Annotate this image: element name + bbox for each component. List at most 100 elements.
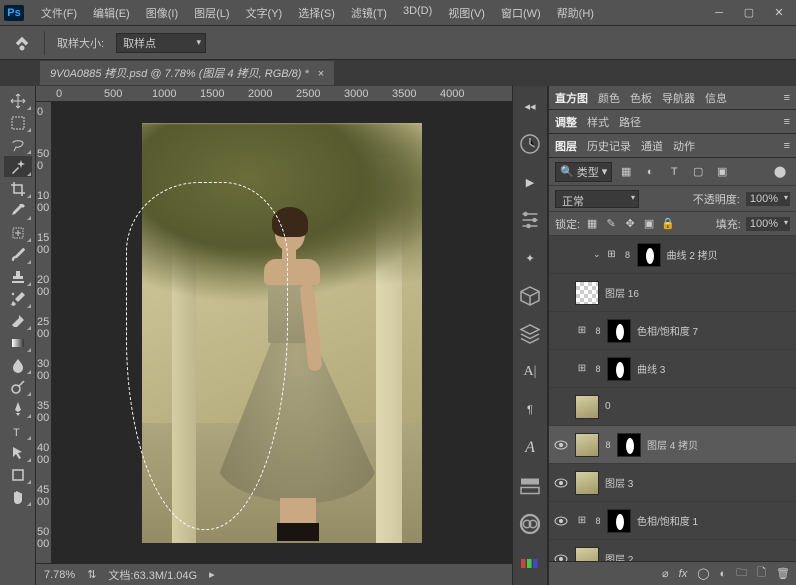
menu-edit[interactable]: 编辑(E) (86, 2, 137, 24)
healing-tool[interactable] (4, 222, 32, 243)
close-button[interactable]: ✕ (766, 4, 792, 22)
menu-help[interactable]: 帮助(H) (550, 2, 601, 24)
layer-thumb[interactable] (575, 547, 599, 562)
menu-3d[interactable]: 3D(D) (396, 2, 439, 24)
layer-mask-thumb[interactable] (617, 433, 641, 457)
filter-smart-icon[interactable]: ▣ (712, 163, 732, 181)
menu-select[interactable]: 选择(S) (291, 2, 342, 24)
filter-pixel-icon[interactable]: ▦ (616, 163, 636, 181)
layer-name[interactable]: 曲线 2 拷贝 (667, 247, 718, 262)
actions-panel-icon[interactable]: ▶ (518, 170, 542, 194)
layer-row[interactable]: 图层 16 (549, 274, 796, 312)
panel-menu-icon[interactable]: ≡ (784, 140, 790, 152)
zoom-level[interactable]: 7.78% (44, 569, 75, 581)
char-panel-icon[interactable]: A| (518, 360, 542, 384)
tab-paths[interactable]: 路径 (619, 114, 641, 130)
opacity-input[interactable]: 100% (746, 192, 790, 206)
tab-color[interactable]: 颜色 (598, 90, 620, 106)
magic-wand-tool[interactable] (4, 156, 32, 177)
layer-mask-thumb[interactable] (607, 509, 631, 533)
visibility-toggle[interactable] (551, 478, 571, 488)
3d-panel-icon[interactable] (518, 284, 542, 308)
current-tool-icon[interactable] (12, 33, 32, 53)
panel-menu-icon[interactable]: ≡ (784, 116, 790, 128)
styles-panel-icon[interactable] (518, 474, 542, 498)
panel-menu-icon[interactable]: ≡ (784, 92, 790, 104)
history-brush-tool[interactable] (4, 288, 32, 309)
menu-window[interactable]: 窗口(W) (494, 2, 548, 24)
tab-actions[interactable]: 动作 (673, 138, 695, 154)
fill-input[interactable]: 100% (746, 217, 790, 231)
filter-shape-icon[interactable]: ▢ (688, 163, 708, 181)
tab-swatch[interactable]: 色板 (630, 90, 652, 106)
path-select-tool[interactable] (4, 442, 32, 463)
document-canvas[interactable] (142, 123, 422, 543)
dodge-tool[interactable] (4, 376, 32, 397)
group-icon[interactable]: 🗀 (736, 564, 747, 583)
layer-name[interactable]: 色相/饱和度 7 (637, 323, 698, 338)
brush-tool[interactable] (4, 244, 32, 265)
visibility-toggle[interactable] (551, 440, 571, 450)
pen-tool[interactable] (4, 398, 32, 419)
layer-row[interactable]: 8图层 4 拷贝 (549, 426, 796, 464)
marquee-tool[interactable] (4, 112, 32, 133)
menu-filter[interactable]: 滤镜(T) (344, 2, 394, 24)
layer-fx-icon[interactable]: fx (679, 568, 688, 580)
para-panel-icon[interactable]: ¶ (518, 398, 542, 422)
type-tool[interactable]: T (4, 420, 32, 441)
eraser-tool[interactable] (4, 310, 32, 331)
layer-mask-thumb[interactable] (607, 319, 631, 343)
layer-row[interactable]: 0 (549, 388, 796, 426)
shape-tool[interactable] (4, 464, 32, 485)
lock-brush-icon[interactable]: ✎ (604, 217, 618, 231)
lock-position-icon[interactable]: ✥ (623, 217, 637, 231)
tab-navigator[interactable]: 导航器 (662, 90, 695, 106)
filter-adjust-icon[interactable]: ◐ (640, 163, 660, 181)
tab-layers[interactable]: 图层 (555, 138, 577, 154)
layer-thumb[interactable] (575, 471, 599, 495)
new-layer-icon[interactable]: 🗋 (757, 564, 766, 583)
filter-toggle[interactable]: ⬤ (770, 163, 790, 181)
canvas-viewport[interactable] (52, 102, 512, 563)
layer-row[interactable]: ⊞8色相/饱和度 1 (549, 502, 796, 540)
history-panel-icon[interactable] (518, 132, 542, 156)
lock-all-icon[interactable]: 🔒 (661, 217, 675, 231)
tab-channels[interactable]: 通道 (641, 138, 663, 154)
layer-thumb[interactable] (575, 281, 599, 305)
menu-type[interactable]: 文字(Y) (239, 2, 290, 24)
lock-artboard-icon[interactable]: ▣ (642, 217, 656, 231)
layer-thumb[interactable] (575, 395, 599, 419)
layer-mask-thumb[interactable] (637, 243, 661, 267)
tab-info[interactable]: 信息 (705, 90, 727, 106)
blend-mode-dropdown[interactable]: 正常 (555, 190, 639, 208)
layer-mask-thumb[interactable] (607, 357, 631, 381)
layer-name[interactable]: 曲线 3 (637, 361, 665, 376)
tab-adjustments[interactable]: 调整 (555, 114, 577, 130)
move-tool[interactable] (4, 90, 32, 111)
link-icon[interactable]: 8 (593, 516, 603, 526)
close-tab-icon[interactable]: × (318, 68, 324, 80)
adjustment-layer-icon[interactable]: ◐ (720, 568, 727, 580)
tab-history[interactable]: 历史记录 (587, 138, 631, 154)
minimize-button[interactable]: ─ (706, 4, 732, 22)
layer-row[interactable]: 图层 2 (549, 540, 796, 561)
link-icon[interactable]: 8 (593, 364, 603, 374)
gradient-tool[interactable] (4, 332, 32, 353)
layer-thumb[interactable] (575, 433, 599, 457)
layer-row[interactable]: ⊞8曲线 3 (549, 350, 796, 388)
zoom-chevron-icon[interactable]: ⇅ (87, 568, 96, 581)
visibility-toggle[interactable] (551, 554, 571, 562)
lock-pixels-icon[interactable]: ▦ (585, 217, 599, 231)
filter-type-icon[interactable]: T (664, 163, 684, 181)
panel-expand-icon[interactable]: ◂◂ (518, 94, 542, 118)
layer-row[interactable]: 图层 3 (549, 464, 796, 502)
link-layers-icon[interactable]: ⌀ (662, 567, 669, 580)
layer-name[interactable]: 图层 2 (605, 551, 633, 561)
delete-layer-icon[interactable]: 🗑 (776, 567, 790, 580)
layer-row[interactable]: ⌄⊞8曲线 2 拷贝 (549, 236, 796, 274)
link-icon[interactable]: 8 (603, 440, 613, 450)
layer-row[interactable]: ⊞8色相/饱和度 7 (549, 312, 796, 350)
link-icon[interactable]: 8 (593, 326, 603, 336)
lasso-tool[interactable] (4, 134, 32, 155)
properties-panel-icon[interactable] (518, 208, 542, 232)
